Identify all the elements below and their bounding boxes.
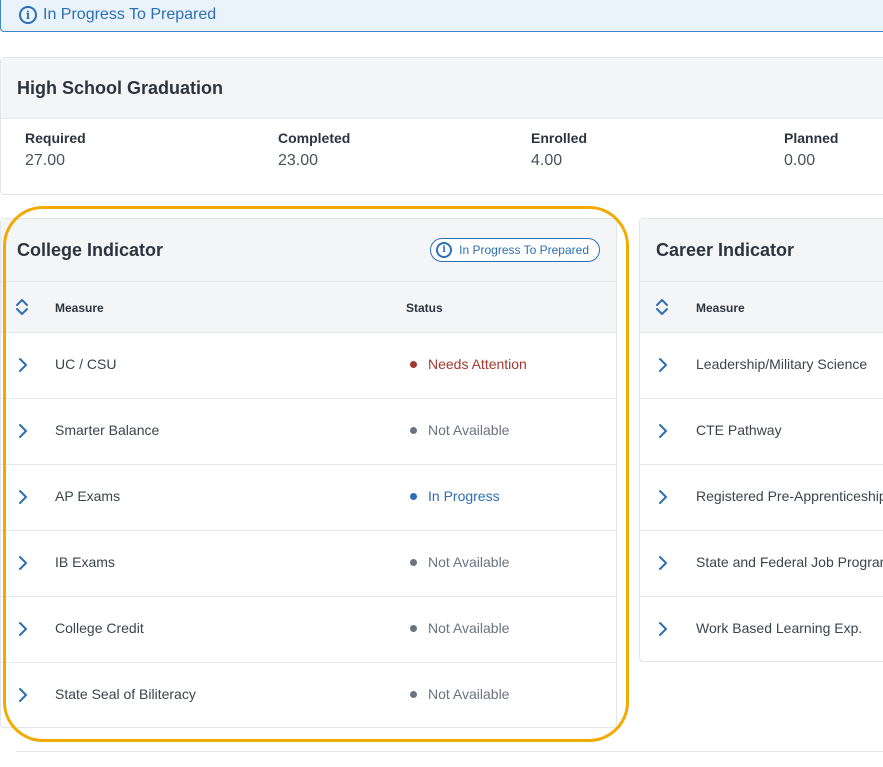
measure-name: Smarter Balance xyxy=(55,422,160,438)
status-dot-icon xyxy=(410,492,417,500)
status-text: Not Available xyxy=(428,620,510,636)
chevron-right-icon[interactable] xyxy=(17,357,29,373)
table-row[interactable]: IB Exams Not Available xyxy=(1,531,616,597)
chevron-right-icon[interactable] xyxy=(657,357,669,373)
table-row[interactable]: Work Based Learning Exp. xyxy=(640,597,883,662)
career-indicator-card: Career Indicator Measure Leadership/Mili… xyxy=(639,218,883,662)
measure-name: College Credit xyxy=(55,620,144,636)
table-row[interactable]: College Credit Not Available xyxy=(1,597,616,663)
status-text: In Progress xyxy=(428,488,500,504)
stat-value: 27.00 xyxy=(25,152,66,169)
column-header-measure[interactable]: Measure xyxy=(55,301,104,315)
status-dot-icon xyxy=(410,360,417,368)
college-title: College Indicator xyxy=(17,239,164,260)
status-cell: Not Available xyxy=(410,620,509,636)
status-text: Not Available xyxy=(428,686,510,702)
stat-label: Enrolled xyxy=(531,130,588,146)
table-row[interactable]: State and Federal Job Program xyxy=(640,531,883,597)
table-row[interactable]: UC / CSU Needs Attention xyxy=(1,333,616,399)
status-text: Not Available xyxy=(428,554,510,570)
table-row[interactable]: State Seal of Biliteracy Not Available xyxy=(1,663,616,728)
chevron-right-icon[interactable] xyxy=(17,555,29,571)
info-icon: i xyxy=(19,6,37,24)
measure-name: AP Exams xyxy=(55,488,121,504)
measure-name: Leadership/Military Science xyxy=(696,356,868,372)
graduation-title: High School Graduation xyxy=(17,77,223,98)
stat-label: Completed xyxy=(278,130,351,146)
status-cell: In Progress xyxy=(410,488,500,504)
career-table-body: Leadership/Military Science CTE Pathway … xyxy=(640,333,883,662)
stat-value: 0.00 xyxy=(784,152,816,169)
measure-name: UC / CSU xyxy=(55,356,117,372)
table-row[interactable]: Registered Pre-Apprenticeship xyxy=(640,465,883,531)
measure-name: IB Exams xyxy=(55,554,115,570)
chevron-right-icon[interactable] xyxy=(657,423,669,439)
status-dot-icon xyxy=(410,426,417,434)
table-row[interactable]: AP Exams In Progress xyxy=(1,465,616,531)
graduation-header: High School Graduation xyxy=(1,58,883,119)
column-header-measure[interactable]: Measure xyxy=(696,301,745,315)
stat-planned: Planned 0.00 xyxy=(784,130,838,170)
table-row[interactable]: Leadership/Military Science xyxy=(640,333,883,399)
chevron-right-icon[interactable] xyxy=(657,621,669,637)
status-cell: Not Available xyxy=(410,422,509,438)
graduation-card: High School Graduation Required 27.00 Co… xyxy=(0,57,883,195)
table-row[interactable]: CTE Pathway xyxy=(640,399,883,465)
chevron-right-icon[interactable] xyxy=(17,687,29,703)
college-header: College Indicator i In Progress To Prepa… xyxy=(1,219,616,282)
measure-name: State and Federal Job Program xyxy=(696,554,883,570)
stat-enrolled: Enrolled 4.00 xyxy=(531,130,587,170)
chevron-right-icon[interactable] xyxy=(657,555,669,571)
career-header: Career Indicator xyxy=(640,219,883,282)
college-table-header: Measure Status xyxy=(1,282,616,333)
status-cell: Not Available xyxy=(410,554,509,570)
status-cell: Needs Attention xyxy=(410,356,527,372)
measure-name: CTE Pathway xyxy=(696,422,782,438)
career-table-header: Measure xyxy=(640,282,883,333)
status-dot-icon xyxy=(410,624,417,632)
chevron-right-icon[interactable] xyxy=(17,489,29,505)
status-text: Needs Attention xyxy=(428,356,527,372)
measure-name: Registered Pre-Apprenticeship xyxy=(696,488,883,504)
college-table-body: UC / CSU Needs Attention Smarter Balance… xyxy=(1,333,616,728)
status-badge: i In Progress To Prepared xyxy=(430,238,600,262)
stat-value: 23.00 xyxy=(278,152,319,169)
sort-toggle-icon[interactable] xyxy=(14,297,30,317)
college-indicator-card: College Indicator i In Progress To Prepa… xyxy=(0,218,617,728)
measure-name: Work Based Learning Exp. xyxy=(696,620,863,636)
stat-required: Required 27.00 xyxy=(25,130,86,170)
status-dot-icon xyxy=(410,558,417,566)
stat-completed: Completed 23.00 xyxy=(278,130,350,170)
status-cell: Not Available xyxy=(410,686,509,702)
stat-label: Required xyxy=(25,130,86,146)
chevron-right-icon[interactable] xyxy=(657,489,669,505)
sort-toggle-icon[interactable] xyxy=(654,297,670,317)
divider xyxy=(16,751,883,752)
status-text: Not Available xyxy=(428,422,510,438)
chevron-right-icon[interactable] xyxy=(17,621,29,637)
badge-label: In Progress To Prepared xyxy=(459,243,589,257)
column-header-status[interactable]: Status xyxy=(406,301,443,315)
chevron-right-icon[interactable] xyxy=(17,423,29,439)
career-title: Career Indicator xyxy=(656,239,795,260)
status-dot-icon xyxy=(410,690,417,698)
table-row[interactable]: Smarter Balance Not Available xyxy=(1,399,616,465)
info-icon: i xyxy=(436,242,453,258)
status-banner: i In Progress To Prepared xyxy=(0,0,883,32)
stat-label: Planned xyxy=(784,130,839,146)
measure-name: State Seal of Biliteracy xyxy=(55,686,196,702)
stat-value: 4.00 xyxy=(531,152,563,169)
banner-text: In Progress To Prepared xyxy=(43,6,217,23)
